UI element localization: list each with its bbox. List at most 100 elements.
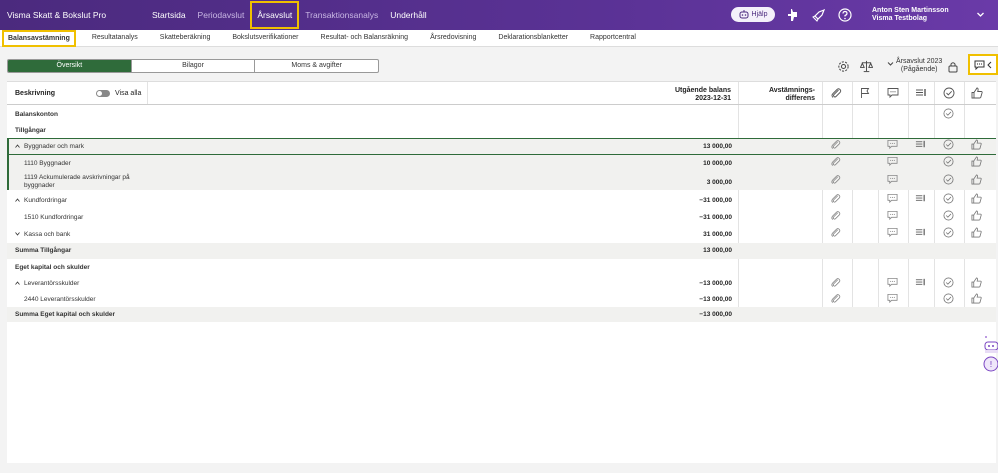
check-circle-icon[interactable] <box>943 139 954 150</box>
question-icon[interactable] <box>838 8 852 22</box>
segment-oversikt[interactable]: Översikt <box>8 60 132 72</box>
row-label: Tillgångar <box>15 127 46 134</box>
thumbs-up-icon[interactable] <box>971 293 982 304</box>
paperclip-icon[interactable] <box>830 156 841 167</box>
check-circle-icon[interactable] <box>943 293 954 304</box>
tab-resultat-balansrakning[interactable]: Resultat- och Balansräkning <box>315 30 415 46</box>
thumbs-up-icon[interactable] <box>971 139 982 150</box>
paperclip-icon[interactable] <box>830 193 841 204</box>
table-row[interactable]: Leverantörsskulder −13 000,00 <box>7 275 996 292</box>
header-difference[interactable]: Avstämnings- differens <box>769 87 815 103</box>
tab-deklarationsblanketter[interactable]: Deklarationsblanketter <box>492 30 574 46</box>
row-label: Summa Tillgångar <box>15 247 72 254</box>
table-row: Tillgångar <box>7 122 996 138</box>
notes-list-icon[interactable] <box>915 193 926 204</box>
segment-bilagor[interactable]: Bilagor <box>132 60 256 72</box>
nav-periodavslut[interactable]: Periodavslut <box>192 0 251 30</box>
comment-icon[interactable] <box>887 174 898 185</box>
row-amount: 13 000,00 <box>703 247 732 254</box>
thumbs-up-icon[interactable] <box>971 277 982 288</box>
comment-icon[interactable] <box>887 156 898 167</box>
period-selector[interactable]: Årsavslut 2023 (Pågående) <box>896 58 942 74</box>
help-button[interactable]: Hjälp <box>731 7 775 22</box>
paperclip-icon[interactable] <box>830 210 841 221</box>
check-circle-icon[interactable] <box>943 174 954 185</box>
comment-icon <box>887 88 899 99</box>
thumbs-up-icon[interactable] <box>971 210 982 221</box>
rocket-icon[interactable] <box>812 8 826 22</box>
nav-startsida[interactable]: Startsida <box>146 0 192 30</box>
chevron-down-icon[interactable] <box>887 60 894 67</box>
paperclip-icon[interactable] <box>830 174 841 185</box>
paperclip-icon[interactable] <box>830 227 841 238</box>
check-circle-icon[interactable] <box>943 210 954 221</box>
paperclip-icon[interactable] <box>830 139 841 150</box>
table-header: Beskrivning Visa alla Utgående balans 20… <box>7 82 996 105</box>
comment-icon[interactable] <box>887 227 898 238</box>
chevron-down-icon[interactable] <box>15 232 20 236</box>
table-row: Balanskonton <box>7 106 996 122</box>
show-all-toggle[interactable] <box>96 90 110 97</box>
notes-list-icon[interactable] <box>915 277 926 288</box>
chevron-up-icon[interactable] <box>15 144 20 148</box>
period-status: (Pågående) <box>900 66 938 73</box>
thumbs-up-icon[interactable] <box>971 156 982 167</box>
balance-table: Beskrivning Visa alla Utgående balans 20… <box>7 81 996 463</box>
help-robot-icon <box>739 10 749 19</box>
table-row[interactable]: Kassa och bank 31 000,00 <box>7 226 996 243</box>
notes-list-icon[interactable] <box>915 139 926 150</box>
row-amount: 31 000,00 <box>703 231 732 238</box>
table-row[interactable]: Kundfordringar −31 000,00 <box>7 192 996 209</box>
tab-rapportcentral[interactable]: Rapportcentral <box>584 30 642 46</box>
table-row[interactable]: Byggnader och mark 13 000,00 <box>7 138 996 155</box>
svg-text:!: ! <box>989 360 992 369</box>
paperclip-icon[interactable] <box>830 293 841 304</box>
user-company: Visma Testbolag <box>872 15 927 22</box>
comment-icon[interactable] <box>887 139 898 150</box>
row-label: 1119 Ackumulerade avskrivningar på byggn… <box>24 174 130 189</box>
chevron-up-icon[interactable] <box>15 281 20 285</box>
check-circle-icon[interactable] <box>943 227 954 238</box>
tab-balansavstamning[interactable]: Balansavstämning <box>2 30 76 47</box>
nav-underhall[interactable]: Underhåll <box>384 0 432 30</box>
comment-icon[interactable] <box>887 210 898 221</box>
assistant-icon[interactable]: ! <box>982 335 998 375</box>
table-row[interactable]: 1510 Kundfordringar −31 000,00 <box>7 209 996 226</box>
tab-bokslutsverifikationer[interactable]: Bokslutsverifikationer <box>226 30 304 46</box>
header-balance[interactable]: Utgående balans 2023-12-31 <box>675 87 731 103</box>
scale-icon[interactable] <box>860 60 873 73</box>
tab-resultatanalys[interactable]: Resultatanalys <box>86 30 144 46</box>
check-circle-icon[interactable] <box>943 156 954 167</box>
comment-icon[interactable] <box>887 293 898 304</box>
check-circle-icon[interactable] <box>943 193 954 204</box>
comment-icon[interactable] <box>887 193 898 204</box>
thumbs-up-icon[interactable] <box>971 227 982 238</box>
chevron-up-icon[interactable] <box>15 198 20 202</box>
row-amount: 13 000,00 <box>703 143 732 150</box>
notes-list-icon[interactable] <box>915 227 926 238</box>
notes-list-icon <box>916 89 926 96</box>
segment-moms-avgifter[interactable]: Moms & avgifter <box>255 60 378 72</box>
row-amount: −13 000,00 <box>699 296 732 303</box>
check-circle-icon[interactable] <box>943 108 954 119</box>
tab-arsredovisning[interactable]: Årsredovisning <box>424 30 482 46</box>
chevron-down-icon[interactable] <box>976 10 985 19</box>
lock-icon[interactable] <box>948 61 958 73</box>
table-row[interactable]: 1119 Ackumulerade avskrivningar på byggn… <box>7 172 996 192</box>
feedback-icon[interactable] <box>786 8 800 22</box>
row-amount: 10 000,00 <box>703 160 732 167</box>
check-circle-icon[interactable] <box>943 277 954 288</box>
paperclip-icon[interactable] <box>830 277 841 288</box>
thumbs-up-icon[interactable] <box>971 193 982 204</box>
nav-transaktionsanalys[interactable]: Transaktionsanalys <box>299 0 384 30</box>
thumbs-up-icon[interactable] <box>971 174 982 185</box>
comments-panel-toggle[interactable] <box>968 54 998 75</box>
comment-icon[interactable] <box>887 277 898 288</box>
nav-arsavslut[interactable]: Årsavslut <box>250 1 300 29</box>
table-row[interactable]: 2440 Leverantörsskulder −13 000,00 <box>7 292 996 307</box>
tab-skatteberakning[interactable]: Skatteberäkning <box>154 30 217 46</box>
table-row[interactable]: 1110 Byggnader 10 000,00 <box>7 156 996 172</box>
sub-tabs: Balansavstämning Resultatanalys Skattebe… <box>0 30 998 47</box>
gear-icon[interactable] <box>837 60 850 73</box>
user-menu[interactable]: Anton Sten Martinsson Visma Testbolag <box>872 7 949 23</box>
